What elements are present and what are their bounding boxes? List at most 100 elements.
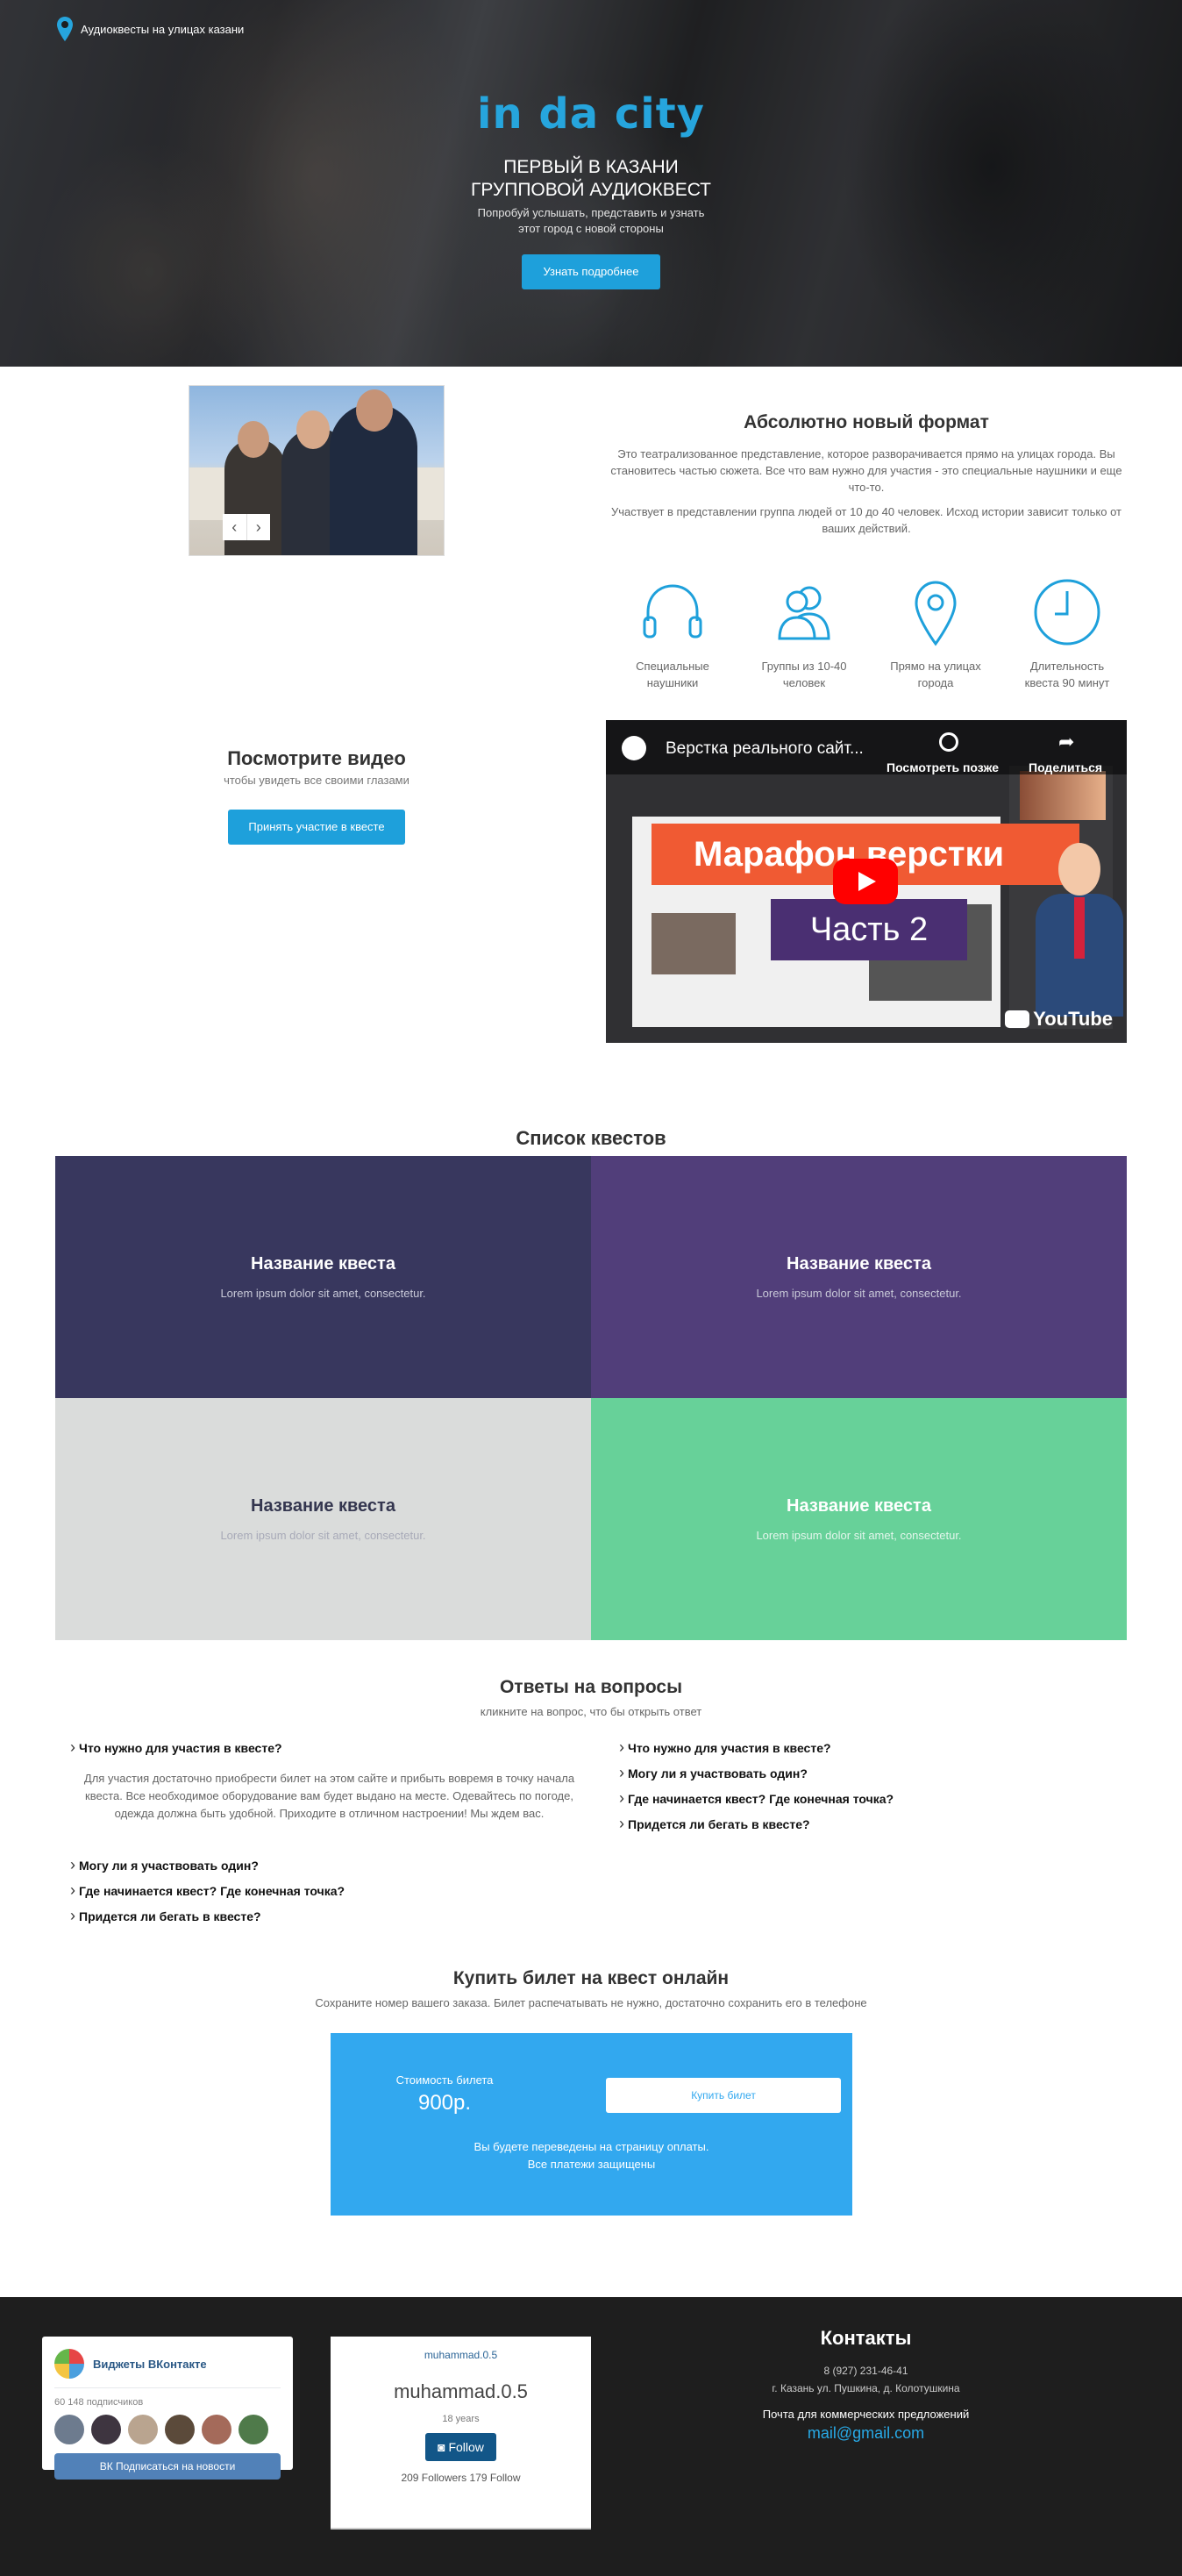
instagram-widget: muhammad.0.5 muhammad.0.5 18 years ◙ Fol… — [331, 2337, 591, 2530]
faq-subtitle: кликните на вопрос, что бы открыть ответ — [480, 1705, 702, 1718]
chevron-left-icon[interactable]: ‹ — [223, 514, 246, 540]
footer: Виджеты ВКонтакте 60 148 подписчиков ВК … — [0, 2297, 1182, 2576]
vk-group-avatar[interactable] — [54, 2349, 84, 2379]
faq-title: Ответы на вопросы — [499, 1677, 683, 1697]
group-icon — [778, 586, 830, 640]
ticket-box: Стоимость билета 900р. Купить билет Вы б… — [331, 2033, 852, 2216]
faq-question[interactable]: Где начинается квест? Где конечная точка… — [70, 1881, 345, 1900]
join-quest-button[interactable]: Принять участие в квесте — [228, 810, 405, 845]
play-button-icon[interactable] — [833, 859, 898, 904]
payment-note: Вы будете переведены на страницу оплаты.… — [331, 2138, 852, 2173]
quests-grid: Название квеста Lorem ipsum dolor sit am… — [55, 1156, 1127, 1640]
hero-title-line: ПЕРВЫЙ В КАЗАНИ — [503, 157, 679, 177]
slider-arrows: ‹ › — [223, 514, 270, 540]
hero-tagline-text: Аудиоквесты на улицах казани — [81, 22, 245, 36]
presenter-head — [1058, 843, 1100, 896]
hero-title: ПЕРВЫЙ В КАЗАНИ ГРУППОВОЙ АУДИОКВЕСТ — [0, 156, 1182, 202]
presenter-tie — [1074, 897, 1085, 959]
faq-question[interactable]: Могу ли я участвовать один? — [70, 1856, 259, 1874]
vk-subscriber-avatars — [54, 2415, 281, 2444]
headphones-icon — [643, 584, 702, 639]
slider-person-head — [296, 410, 330, 449]
quest-name: Название квеста — [787, 1254, 931, 1274]
quest-card[interactable]: Название квеста Lorem ipsum dolor sit am… — [55, 1156, 591, 1398]
avatar[interactable] — [239, 2415, 268, 2444]
payment-note-line: Вы будете переведены на страницу оплаты. — [474, 2140, 709, 2153]
avatar[interactable] — [54, 2415, 84, 2444]
contact-address: г. Казань ул. Пушкина, д. Колотушкина — [772, 2382, 960, 2394]
faq-question[interactable]: Придется ли бегать в квесте? — [619, 1815, 810, 1833]
quest-description: Lorem ipsum dolor sit amet, consectetur. — [756, 1529, 962, 1542]
quests-title: Список квестов — [516, 1127, 666, 1149]
clock-icon[interactable] — [939, 732, 958, 752]
buy-subtitle: Сохраните номер вашего заказа. Билет рас… — [315, 1996, 867, 2009]
youtube-logo[interactable]: YouTube — [1005, 1008, 1113, 1031]
channel-avatar[interactable] — [622, 736, 646, 760]
video-thumbnail-swatch — [1020, 771, 1106, 820]
feature-location: Прямо на улицах города — [870, 575, 1001, 691]
feature-group: Группы из 10-40 человек — [738, 575, 870, 691]
avatar[interactable] — [128, 2415, 158, 2444]
faq-question[interactable]: Где начинается квест? Где конечная точка… — [619, 1789, 894, 1808]
quests-section: Список квестов Название квеста Lorem ips… — [0, 1121, 1182, 1640]
chevron-right-icon[interactable]: › — [246, 514, 271, 540]
faq-section: Ответы на вопросы кликните на вопрос, чт… — [0, 1640, 1182, 1966]
contacts-title: Контакты — [820, 2327, 912, 2349]
quest-description: Lorem ipsum dolor sit amet, consectetur. — [220, 1529, 426, 1542]
buy-title: Купить билет на квест онлайн — [452, 1968, 730, 1988]
ticket-price: 900р. — [417, 2091, 472, 2115]
instagram-follow-button[interactable]: ◙ Follow — [425, 2433, 496, 2461]
feature-label: человек — [782, 676, 826, 689]
faq-question[interactable]: Что нужно для участия в квесте? — [70, 1738, 282, 1757]
format-section: ‹ › Абсолютно новый формат Это театрализ… — [0, 367, 1182, 717]
photo-slider[interactable]: ‹ › — [189, 385, 445, 556]
format-title: Абсолютно новый формат — [744, 412, 989, 432]
feature-label: квеста 90 минут — [1024, 676, 1110, 689]
slider-person-head — [356, 389, 393, 432]
logo: in da city — [477, 89, 705, 139]
buy-ticket-button[interactable]: Купить билет — [606, 2078, 841, 2113]
quest-card[interactable]: Название квеста Lorem ipsum dolor sit am… — [591, 1398, 1127, 1640]
feature-label: Длительность — [1029, 660, 1105, 673]
business-mail-label: Почта для коммерческих предложений — [762, 2408, 970, 2421]
hero-tagline: Аудиоквесты на улицах казани — [56, 16, 244, 42]
vk-subscribe-button[interactable]: ВК Подписаться на новости — [54, 2453, 281, 2480]
feature-duration: Длительность квеста 90 минут — [1001, 575, 1133, 691]
avatar[interactable] — [165, 2415, 195, 2444]
instagram-avatar-broken-image[interactable]: muhammad.0.5 — [331, 2349, 591, 2361]
quest-card[interactable]: Название квеста Lorem ipsum dolor sit am… — [591, 1156, 1127, 1398]
avatar[interactable] — [202, 2415, 231, 2444]
clock-icon — [1034, 579, 1100, 646]
quest-name: Название квеста — [251, 1496, 395, 1516]
faq-header: Ответы на вопросы кликните на вопрос, чт… — [0, 1677, 1182, 1718]
faq-question[interactable]: Что нужно для участия в квесте? — [619, 1738, 831, 1757]
price-label: Стоимость билета — [395, 2073, 494, 2087]
video-banner-part: Часть 2 — [771, 899, 967, 960]
share-button[interactable]: Поделиться — [1029, 760, 1102, 774]
video-player-title[interactable]: Верстка реального сайт... — [666, 739, 864, 759]
contact-phone: 8 (927) 231-46-41 — [823, 2365, 908, 2377]
contact-email-link[interactable]: mail@gmail.com — [719, 2424, 1013, 2443]
feature-headphones: Специальные наушники — [607, 575, 738, 691]
faq-question[interactable]: Могу ли я участвовать один? — [619, 1764, 808, 1782]
buy-header: Купить билет на квест онлайн Сохраните н… — [0, 1968, 1182, 2009]
contacts-block: Контакты 8 (927) 231-46-41 г. Казань ул.… — [719, 2327, 1013, 2443]
video-intro: Посмотрите видео чтобы увидеть все своим… — [189, 747, 445, 845]
quest-description: Lorem ipsum dolor sit amet, consectetur. — [220, 1287, 426, 1300]
vk-icon: ВК — [99, 2460, 117, 2473]
faq-question[interactable]: Придется ли бегать в квесте? — [70, 1907, 261, 1925]
avatar[interactable] — [91, 2415, 121, 2444]
learn-more-button[interactable]: Узнать подробнее — [522, 254, 660, 289]
instagram-username: muhammad.0.5 — [394, 2380, 528, 2402]
location-pin-icon — [57, 17, 73, 41]
instagram-stats: 209 Followers 179 Follow — [401, 2472, 521, 2484]
youtube-player[interactable]: Марафон верстки Часть 2 Верстка реальног… — [606, 720, 1127, 1043]
format-paragraph: Участвует в представлении группа людей о… — [610, 505, 1122, 535]
feature-label: Специальные — [636, 660, 709, 673]
vk-group-name[interactable]: Виджеты ВКонтакте — [93, 2358, 207, 2371]
video-title: Посмотрите видео — [227, 747, 406, 769]
quest-card[interactable]: Название квеста Lorem ipsum dolor sit am… — [55, 1398, 591, 1640]
share-icon[interactable]: ➦ — [1058, 731, 1074, 753]
watch-later-button[interactable]: Посмотреть позже — [886, 760, 999, 774]
hero-content: in da city ПЕРВЫЙ В КАЗАНИ ГРУППОВОЙ АУД… — [0, 89, 1182, 289]
